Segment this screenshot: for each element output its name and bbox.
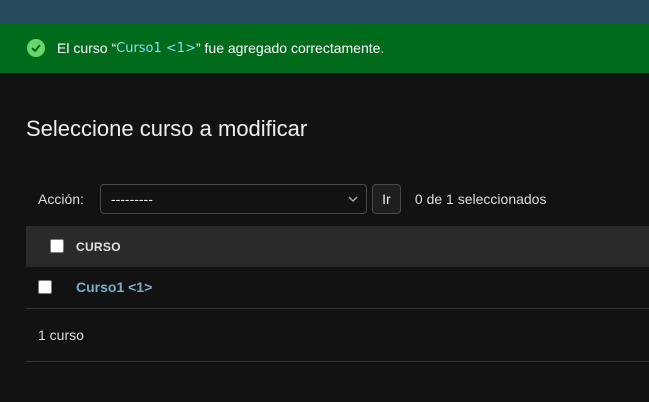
action-select-value: --------- xyxy=(110,191,153,207)
select-all-cell xyxy=(26,226,76,267)
column-header-curso[interactable]: CURSO xyxy=(76,226,649,267)
curso-link[interactable]: Curso1 <1> xyxy=(76,279,152,295)
row-curso-cell: Curso1 <1> xyxy=(76,267,649,308)
success-message-object: Curso1 <1> xyxy=(116,40,196,56)
action-select[interactable]: --------- xyxy=(99,184,367,214)
action-label: Acción: xyxy=(38,191,84,207)
success-message-prefix: El curso “ xyxy=(57,40,117,56)
success-message: El curso “Curso1 <1>” fue agregado corre… xyxy=(0,23,649,73)
chevron-down-icon xyxy=(348,196,358,202)
go-button[interactable]: Ir xyxy=(371,184,401,214)
paginator: 1 curso xyxy=(26,309,649,362)
header-bar xyxy=(0,0,649,23)
check-circle-icon xyxy=(27,39,45,57)
row-checkbox[interactable] xyxy=(38,280,52,295)
page-title: Seleccione curso a modificar xyxy=(26,116,308,141)
results-table: CURSO Curso1 <1> xyxy=(26,226,649,309)
actions-bar: Acción: --------- Ir 0 de 1 seleccionado… xyxy=(26,176,649,222)
table-header-row: CURSO xyxy=(26,226,649,267)
selection-counter: 0 de 1 seleccionados xyxy=(414,191,547,207)
success-message-suffix: ” fue agregado correctamente. xyxy=(195,40,385,56)
select-all-checkbox[interactable] xyxy=(50,239,64,254)
row-select-cell xyxy=(26,267,76,308)
table-row: Curso1 <1> xyxy=(26,267,649,308)
